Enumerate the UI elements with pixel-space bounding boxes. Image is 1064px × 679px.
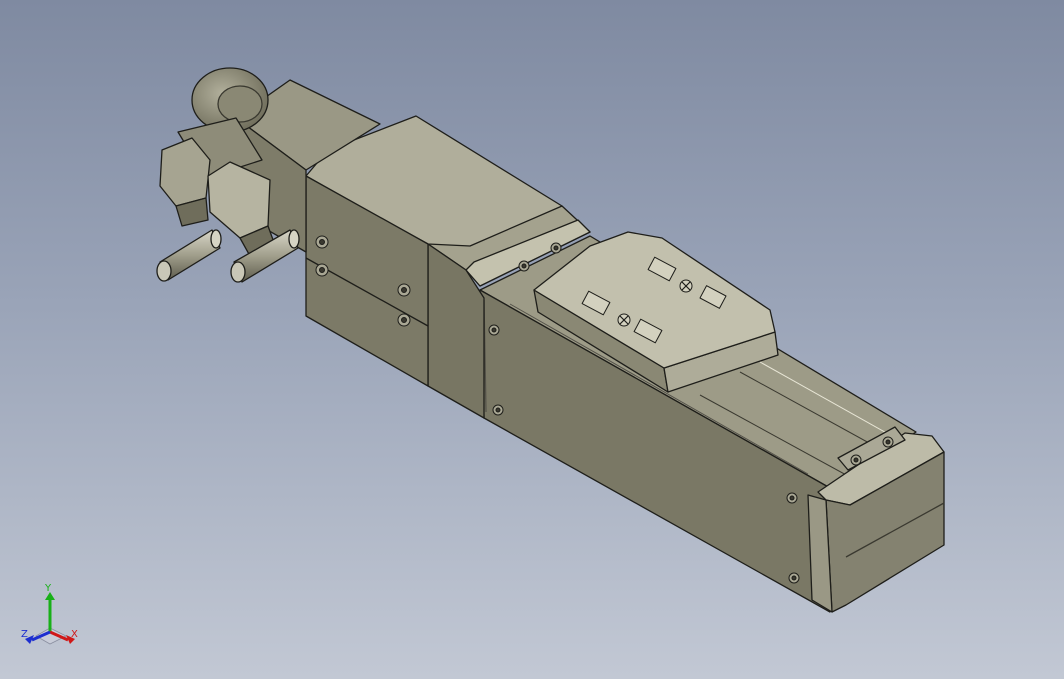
view-orientation-triad[interactable]: Y X Z (14, 584, 86, 656)
y-axis-label: Y (45, 583, 52, 594)
x-axis-label: X (71, 629, 78, 640)
z-axis-label: Z (21, 629, 28, 640)
actuator-3d-model[interactable] (0, 0, 1064, 679)
graphics-viewport[interactable]: Y X Z (0, 0, 1064, 679)
triad-axes (25, 592, 75, 645)
rod-left (156, 229, 222, 282)
